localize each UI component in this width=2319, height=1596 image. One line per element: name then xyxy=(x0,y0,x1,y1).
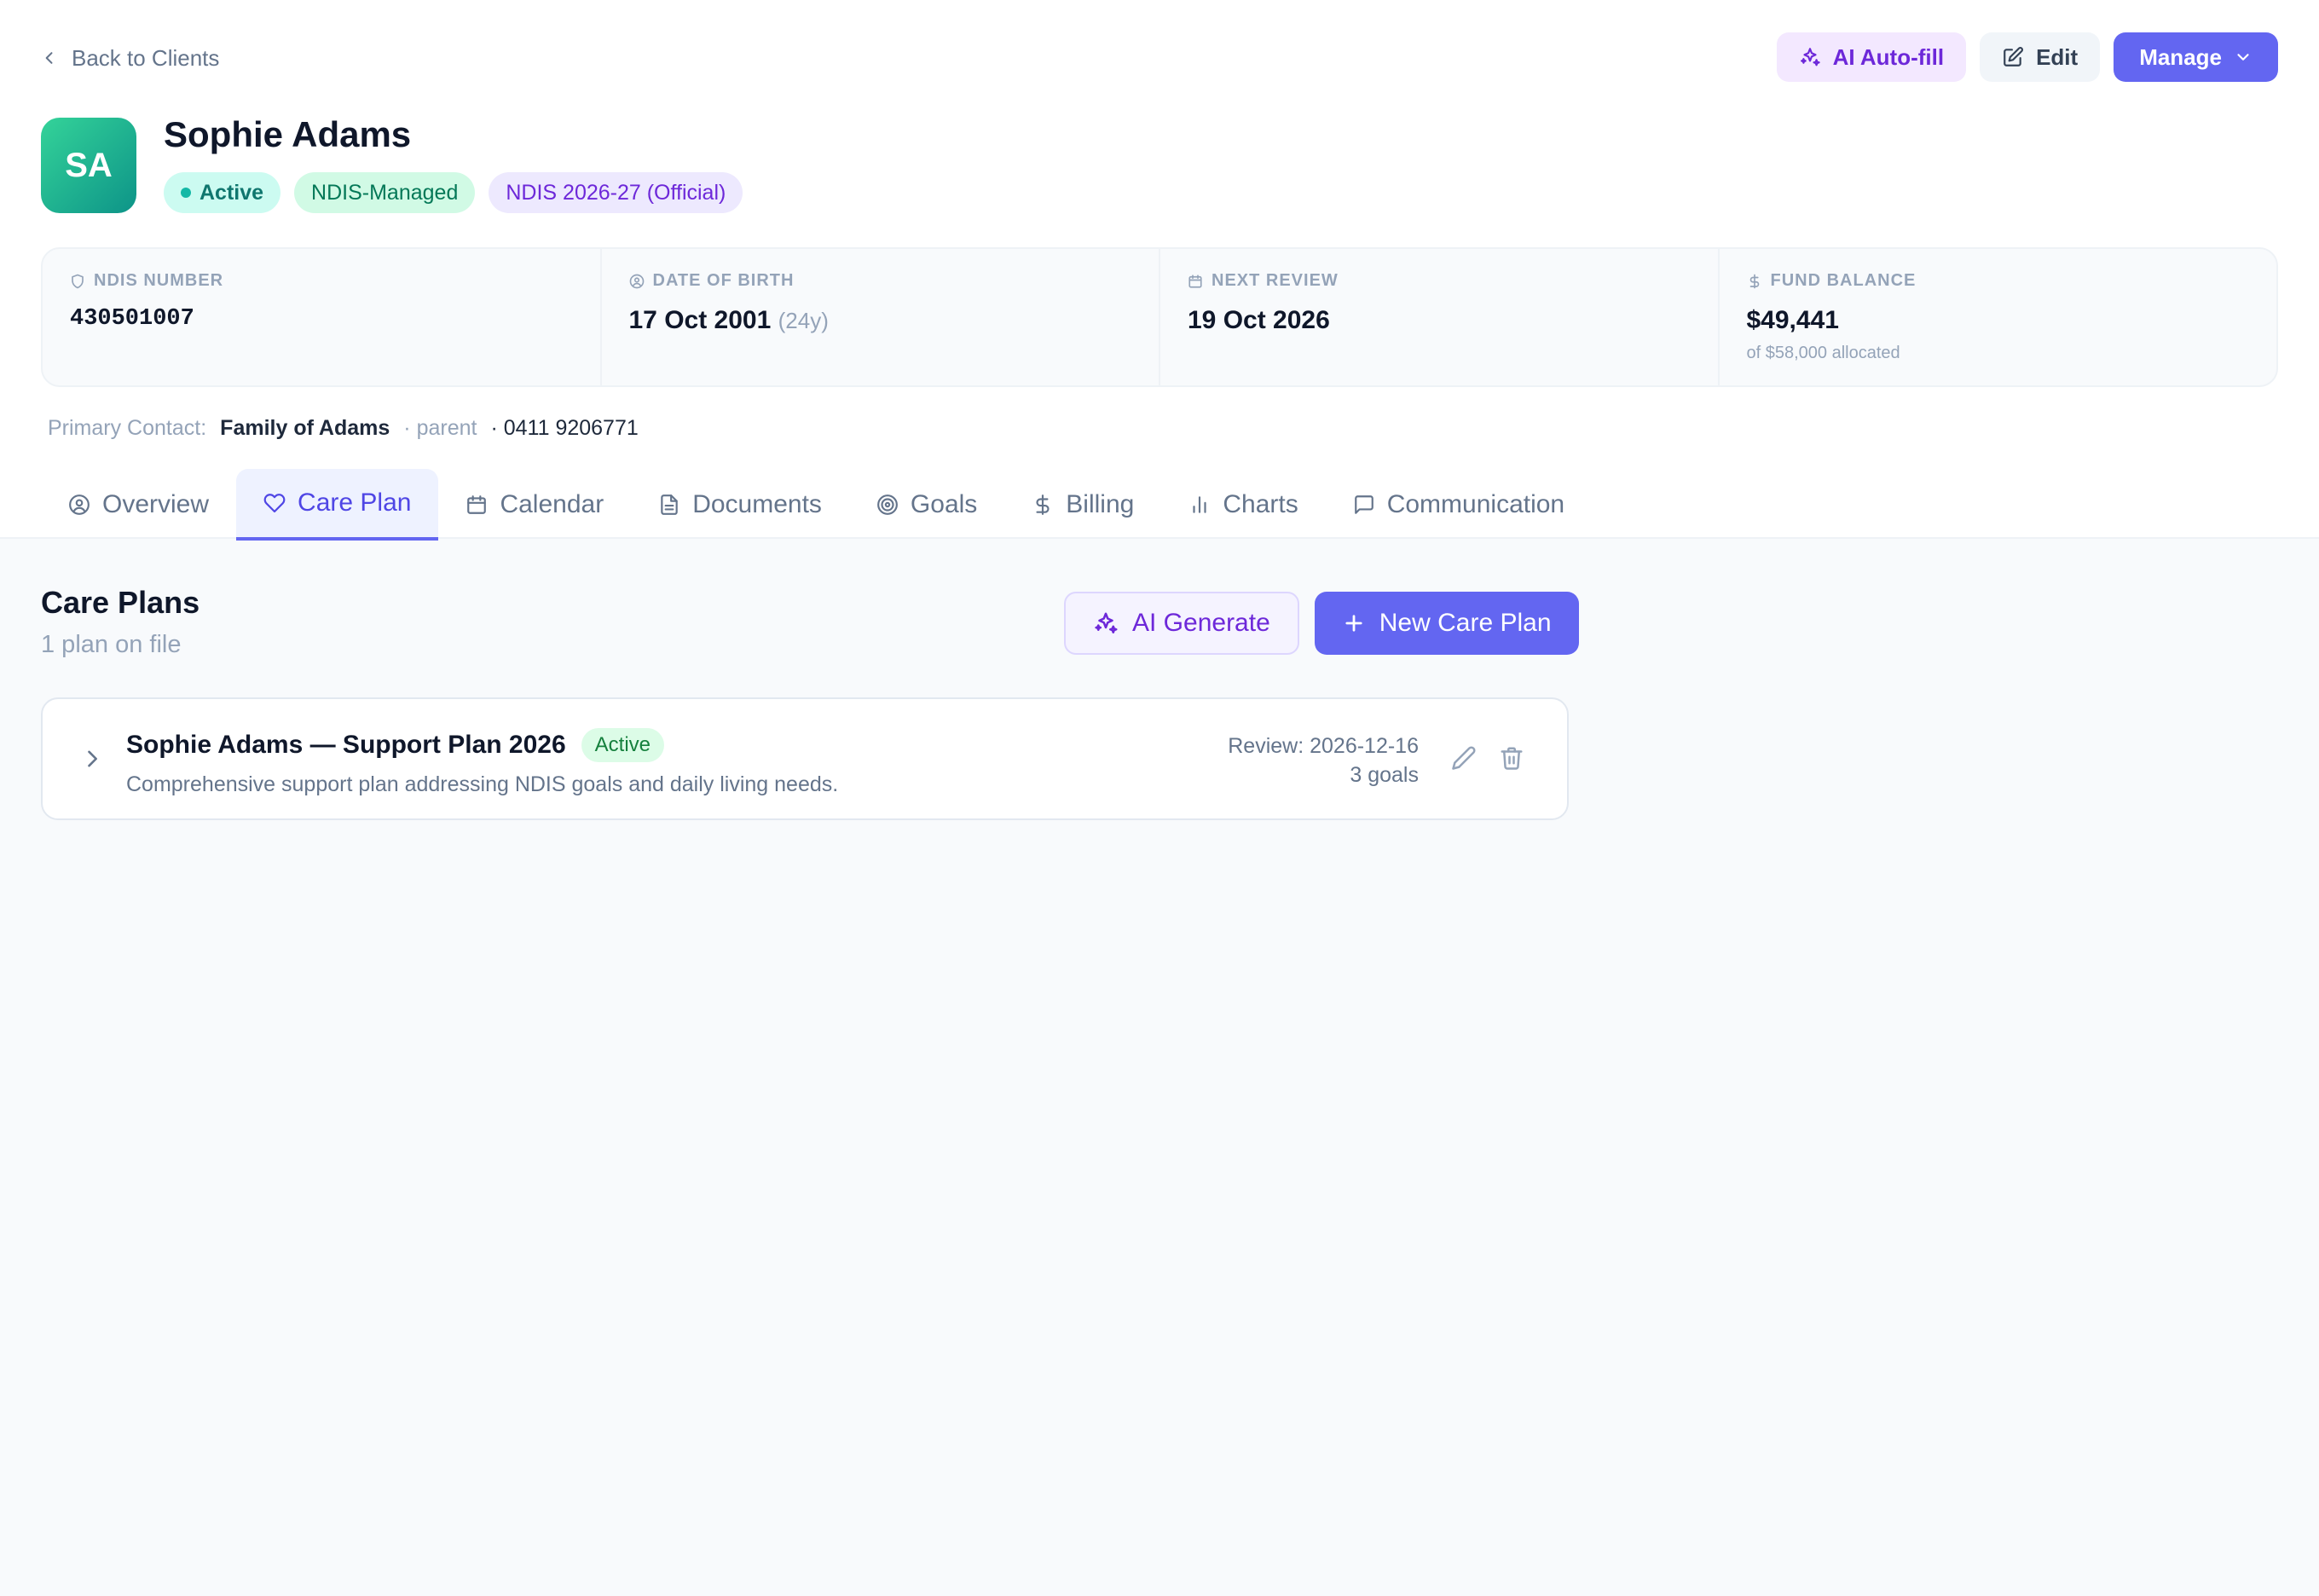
next-review-cell: NEXT REVIEW 19 Oct 2026 xyxy=(1160,249,1720,385)
care-plan-goal-count: 3 goals xyxy=(1350,763,1419,787)
care-plan-description: Comprehensive support plan addressing ND… xyxy=(126,772,839,796)
ndis-number-value: 430501007 xyxy=(70,306,194,332)
care-plans-count: 1 plan on file xyxy=(41,631,182,658)
user-circle-icon xyxy=(629,274,645,289)
back-link-label: Back to Clients xyxy=(72,44,220,71)
primary-contact-relation: · parent xyxy=(403,415,477,440)
ndis-number-cell: NDIS NUMBER 430501007 xyxy=(43,249,602,385)
trash-icon[interactable] xyxy=(1499,745,1524,771)
ai-generate-label: AI Generate xyxy=(1132,609,1270,637)
date-of-birth-date: 17 Oct 2001 xyxy=(628,306,772,334)
tab-goals[interactable]: Goals xyxy=(849,469,1004,541)
primary-contact-row: Primary Contact: Family of Adams · paren… xyxy=(48,413,639,443)
ai-autofill-button[interactable]: AI Auto-fill xyxy=(1776,32,1967,82)
edit-label: Edit xyxy=(2036,43,2079,70)
tab-billing[interactable]: Billing xyxy=(1004,469,1161,541)
primary-contact-label: Primary Contact: xyxy=(48,415,207,440)
chevron-down-icon xyxy=(2234,48,2252,66)
tab-communication[interactable]: Communication xyxy=(1326,469,1592,541)
chevron-left-icon xyxy=(41,49,58,66)
tab-calendar[interactable]: Calendar xyxy=(438,469,631,541)
pencil-square-icon xyxy=(2002,46,2024,68)
fund-balance-label: FUND BALANCE xyxy=(1770,271,1917,290)
care-plan-card[interactable]: Sophie Adams — Support Plan 2026 Active … xyxy=(41,697,1569,820)
heart-icon xyxy=(263,492,286,514)
client-header: Back to Clients AI Auto-fill Edit Manage… xyxy=(0,0,2319,541)
care-plan-review-date: Review: 2026-12-16 xyxy=(1228,734,1419,758)
manage-label: Manage xyxy=(2139,43,2222,70)
client-age: (24y) xyxy=(778,308,829,333)
ai-autofill-label: AI Auto-fill xyxy=(1832,43,1945,70)
calendar-icon xyxy=(1188,274,1203,289)
date-of-birth-label: DATE OF BIRTH xyxy=(652,271,795,290)
tab-overview[interactable]: Overview xyxy=(41,469,236,541)
tab-charts-label: Charts xyxy=(1223,490,1298,518)
date-of-birth-value: 17 Oct 2001 (24y) xyxy=(629,306,1132,335)
care-plan-status-badge: Active xyxy=(581,728,665,762)
dollar-icon xyxy=(1032,494,1054,516)
edit-button[interactable]: Edit xyxy=(1980,32,2101,82)
next-review-label: NEXT REVIEW xyxy=(1212,271,1339,290)
next-review-value: 19 Oct 2026 xyxy=(1188,306,1330,334)
fund-balance-cell: FUND BALANCE $49,441 of $58,000 allocate… xyxy=(1720,249,2277,385)
dollar-icon xyxy=(1747,274,1762,289)
tab-goals-label: Goals xyxy=(910,490,978,518)
target-icon xyxy=(876,494,899,516)
shield-icon xyxy=(70,274,85,289)
new-care-plan-label: New Care Plan xyxy=(1379,609,1552,637)
client-avatar: SA xyxy=(41,118,136,213)
ndis-number-label: NDIS NUMBER xyxy=(94,271,224,290)
tab-documents-label: Documents xyxy=(692,490,822,518)
calendar-icon xyxy=(466,494,488,516)
tab-communication-label: Communication xyxy=(1386,490,1565,518)
care-plan-title-row: Sophie Adams — Support Plan 2026 Active xyxy=(126,728,665,762)
plus-icon xyxy=(1342,611,1366,635)
status-badge-label: Active xyxy=(200,180,264,205)
new-care-plan-button[interactable]: New Care Plan xyxy=(1314,592,1579,655)
funding-badge: NDIS-Managed xyxy=(294,172,476,213)
care-plan-meta: Review: 2026-12-16 3 goals xyxy=(1228,732,1419,789)
bar-chart-icon xyxy=(1188,494,1211,516)
client-info-strip: NDIS NUMBER 430501007 DATE OF BIRTH 17 O… xyxy=(41,247,2278,387)
date-of-birth-cell: DATE OF BIRTH 17 Oct 2001 (24y) xyxy=(602,249,1160,385)
message-icon xyxy=(1353,494,1375,516)
primary-contact-name: Family of Adams xyxy=(220,415,390,440)
sparkles-icon xyxy=(1799,46,1821,68)
care-plans-title: Care Plans xyxy=(41,585,200,620)
client-badges: Active NDIS-Managed NDIS 2026-27 (Offici… xyxy=(164,172,743,213)
back-to-clients-link[interactable]: Back to Clients xyxy=(41,41,219,75)
user-circle-icon xyxy=(68,494,90,516)
plan-period-badge: NDIS 2026-27 (Official) xyxy=(489,172,743,213)
tab-care-plan[interactable]: Care Plan xyxy=(236,469,439,541)
client-name: Sophie Adams xyxy=(164,114,412,154)
status-dot xyxy=(181,188,191,198)
care-plans-actions: AI Generate New Care Plan xyxy=(1064,592,1579,655)
tab-overview-label: Overview xyxy=(102,490,210,518)
tab-billing-label: Billing xyxy=(1066,490,1135,518)
header-actions: AI Auto-fill Edit Manage xyxy=(1776,32,2278,82)
tab-care-plan-label: Care Plan xyxy=(298,489,412,517)
sparkles-icon xyxy=(1093,610,1119,636)
fund-balance-value: $49,441 xyxy=(1746,306,1839,334)
tab-documents[interactable]: Documents xyxy=(631,469,849,541)
tab-calendar-label: Calendar xyxy=(500,490,604,518)
status-badge: Active xyxy=(164,172,281,213)
document-icon xyxy=(658,494,680,516)
manage-dropdown-button[interactable]: Manage xyxy=(2114,32,2278,82)
fund-allocated-note: of $58,000 allocated xyxy=(1746,344,1900,362)
tab-charts[interactable]: Charts xyxy=(1161,469,1325,541)
pencil-icon[interactable] xyxy=(1451,745,1477,771)
ai-generate-button[interactable]: AI Generate xyxy=(1064,592,1299,655)
primary-contact-phone: · 0411 9206771 xyxy=(490,415,639,440)
care-plan-name: Sophie Adams — Support Plan 2026 xyxy=(126,731,566,759)
chevron-right-icon[interactable] xyxy=(80,747,104,771)
client-tabs: Overview Care Plan Calendar Documents Go… xyxy=(41,469,1592,541)
